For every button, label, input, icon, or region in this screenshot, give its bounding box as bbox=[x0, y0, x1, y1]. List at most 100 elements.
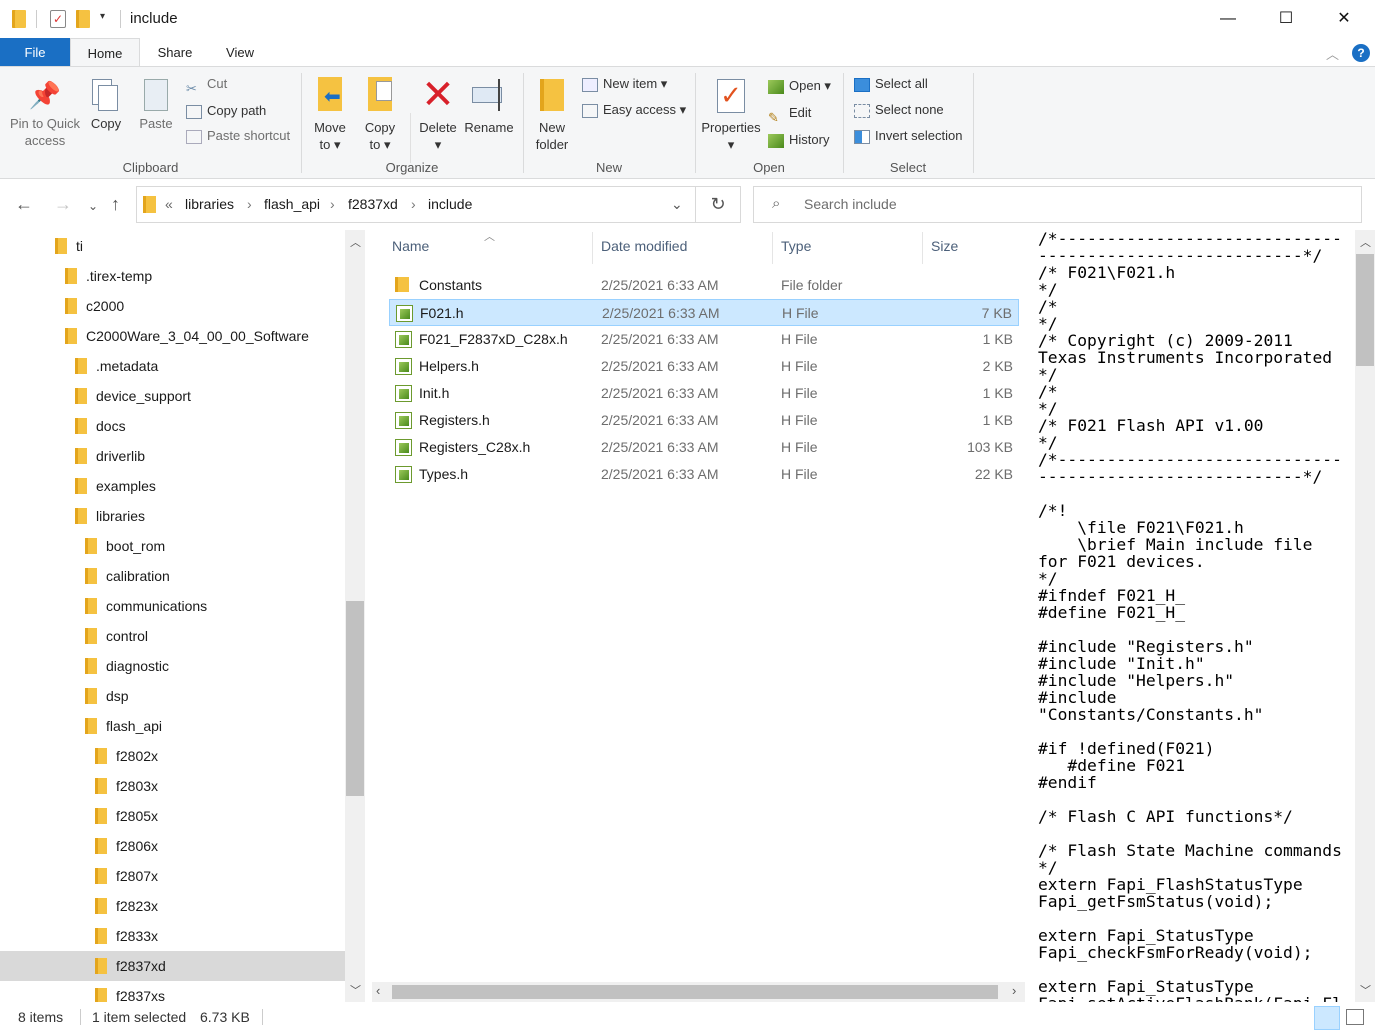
chevron-right-icon[interactable]: › bbox=[330, 196, 335, 212]
tree-item[interactable]: device_support bbox=[0, 381, 345, 411]
tab-share[interactable]: Share bbox=[140, 38, 210, 67]
file-row[interactable]: F021_F2837xD_C28x.h 2/25/2021 6:33 AM H Fi… bbox=[389, 326, 1019, 353]
column-header-size[interactable]: Size bbox=[931, 238, 958, 254]
scroll-up-icon[interactable]: ︿ bbox=[1360, 234, 1371, 250]
tree-item[interactable]: f2823x bbox=[0, 891, 345, 921]
column-header-name[interactable]: Name bbox=[392, 238, 429, 254]
breadcrumb-f2837xd[interactable]: f2837xd bbox=[348, 196, 398, 212]
breadcrumb-libraries[interactable]: libraries bbox=[185, 196, 234, 212]
tree-item[interactable]: .tirex-temp bbox=[0, 261, 345, 291]
forward-arrow-icon[interactable]: → bbox=[54, 194, 72, 215]
column-divider[interactable] bbox=[772, 232, 773, 264]
column-header-date[interactable]: Date modified bbox=[601, 238, 687, 254]
tree-item[interactable]: flash_api bbox=[0, 711, 345, 741]
tree-item[interactable]: f2805x bbox=[0, 801, 345, 831]
help-icon[interactable]: ? bbox=[1352, 44, 1370, 62]
file-row[interactable]: Registers_C28x.h 2/25/2021 6:33 AM H File 1… bbox=[389, 434, 1019, 461]
tree-item[interactable]: f2807x bbox=[0, 861, 345, 891]
column-header-type[interactable]: Type bbox=[781, 238, 811, 254]
tree-item[interactable]: f2806x bbox=[0, 831, 345, 861]
tree-item[interactable]: f2802x bbox=[0, 741, 345, 771]
tree-item[interactable]: ti bbox=[0, 231, 345, 261]
new-folder-qat-icon[interactable] bbox=[76, 10, 90, 28]
rename-button[interactable]: Rename bbox=[462, 75, 516, 136]
tree-item[interactable]: boot_rom bbox=[0, 531, 345, 561]
file-list-horizontal-scrollbar[interactable]: ‹ › bbox=[372, 982, 1025, 1002]
scroll-right-icon[interactable]: › bbox=[1012, 983, 1016, 998]
details-view-icon[interactable] bbox=[1314, 1006, 1340, 1030]
pin-to-quick-access-button[interactable]: 📌 Pin to Quick access bbox=[4, 75, 86, 149]
tree-item[interactable]: f2803x bbox=[0, 771, 345, 801]
paste-shortcut-button[interactable]: Paste shortcut bbox=[186, 125, 290, 147]
scroll-down-icon[interactable]: ﹀ bbox=[350, 982, 361, 998]
file-row[interactable]: Types.h 2/25/2021 6:33 AM H File 22 KB bbox=[389, 461, 1019, 488]
tab-file[interactable]: File bbox=[0, 38, 70, 67]
tree-item[interactable]: f2833x bbox=[0, 921, 345, 951]
customize-qat-icon[interactable]: ▾ bbox=[100, 11, 105, 22]
tab-view[interactable]: View bbox=[205, 38, 275, 67]
new-folder-button[interactable]: New folder bbox=[530, 75, 574, 153]
move-to-button[interactable]: ⬅ Move to ▾ bbox=[308, 75, 352, 153]
minimize-button[interactable]: — bbox=[1199, 0, 1257, 38]
copy-button[interactable]: Copy bbox=[86, 75, 126, 132]
tree-scrollbar[interactable]: ︿ ﹀ bbox=[345, 230, 365, 1002]
tree-item[interactable]: driverlib bbox=[0, 441, 345, 471]
hscroll-thumb[interactable] bbox=[392, 985, 998, 999]
select-none-button[interactable]: Select none bbox=[854, 99, 944, 121]
tree-item[interactable]: f2837xs bbox=[0, 981, 345, 1002]
paste-button[interactable]: Paste bbox=[134, 75, 178, 132]
tree-scroll-thumb[interactable] bbox=[346, 601, 364, 796]
collapse-ribbon-icon[interactable]: ︿ bbox=[1326, 44, 1339, 63]
edit-button[interactable]: ✎ Edit bbox=[768, 102, 811, 125]
tree-item[interactable]: libraries bbox=[0, 501, 345, 531]
tree-item[interactable]: f2837xd bbox=[0, 951, 345, 981]
close-button[interactable]: ✕ bbox=[1315, 0, 1373, 38]
tree-item[interactable]: dsp bbox=[0, 681, 345, 711]
new-item-button[interactable]: New item ▾ bbox=[582, 73, 667, 95]
up-arrow-icon[interactable]: ↑ bbox=[111, 194, 120, 215]
invert-selection-button[interactable]: Invert selection bbox=[854, 125, 962, 147]
file-row[interactable]: Helpers.h 2/25/2021 6:33 AM H File 2 KB bbox=[389, 353, 1019, 380]
history-button[interactable]: History bbox=[768, 129, 829, 151]
column-divider[interactable] bbox=[922, 232, 923, 264]
back-arrow-icon[interactable]: ← bbox=[15, 194, 33, 215]
column-divider[interactable] bbox=[592, 232, 593, 264]
tree-item[interactable]: communications bbox=[0, 591, 345, 621]
file-row[interactable]: F021.h 2/25/2021 6:33 AM H File 7 KB bbox=[389, 299, 1019, 326]
refresh-button[interactable]: ↻ bbox=[696, 186, 741, 223]
overflow-chevron[interactable]: « bbox=[165, 196, 173, 212]
recent-locations-icon[interactable]: ⌄ bbox=[88, 199, 98, 213]
tree-item[interactable]: c2000 bbox=[0, 291, 345, 321]
tree-item[interactable]: .metadata bbox=[0, 351, 345, 381]
file-row[interactable]: Constants 2/25/2021 6:33 AM File folder bbox=[389, 272, 1019, 299]
tree-item[interactable]: docs bbox=[0, 411, 345, 441]
tree-item[interactable]: calibration bbox=[0, 561, 345, 591]
tree-item[interactable]: examples bbox=[0, 471, 345, 501]
scroll-up-icon[interactable]: ︿ bbox=[350, 234, 361, 250]
tree-item[interactable]: C2000Ware_3_04_00_00_Software bbox=[0, 321, 345, 351]
preview-scrollbar[interactable]: ︿ ﹀ bbox=[1355, 230, 1375, 1002]
chevron-down-icon[interactable]: ⌄ bbox=[671, 196, 683, 213]
properties-qat-icon[interactable]: ✓ bbox=[50, 10, 66, 28]
breadcrumb-flash-api[interactable]: flash_api bbox=[264, 196, 320, 212]
copy-path-button[interactable]: Copy path bbox=[186, 100, 266, 122]
scroll-down-icon[interactable]: ﹀ bbox=[1360, 982, 1371, 998]
file-row[interactable]: Registers.h 2/25/2021 6:33 AM H File 1 KB bbox=[389, 407, 1019, 434]
copy-to-button[interactable]: Copy to ▾ bbox=[358, 75, 402, 153]
open-button[interactable]: Open ▾ bbox=[768, 75, 831, 97]
chevron-right-icon[interactable]: › bbox=[411, 196, 416, 212]
delete-button[interactable]: ✕ Delete ▾ bbox=[416, 75, 460, 153]
easy-access-button[interactable]: Easy access ▾ bbox=[582, 99, 686, 121]
properties-button[interactable]: ✓ Properties ▾ bbox=[698, 75, 764, 153]
maximize-button[interactable]: ☐ bbox=[1257, 0, 1315, 38]
file-row[interactable]: Init.h 2/25/2021 6:33 AM H File 1 KB bbox=[389, 380, 1019, 407]
cut-button[interactable]: ✂ Cut bbox=[186, 73, 227, 96]
tree-item[interactable]: control bbox=[0, 621, 345, 651]
select-all-button[interactable]: Select all bbox=[854, 73, 928, 95]
scroll-left-icon[interactable]: ‹ bbox=[376, 983, 380, 998]
search-input[interactable]: ⌕ Search include bbox=[753, 186, 1362, 223]
breadcrumb-include[interactable]: include bbox=[428, 196, 472, 212]
address-bar[interactable]: « libraries › flash_api › f2837xd › incl… bbox=[136, 186, 696, 223]
preview-scroll-thumb[interactable] bbox=[1356, 254, 1374, 366]
chevron-right-icon[interactable]: › bbox=[247, 196, 252, 212]
